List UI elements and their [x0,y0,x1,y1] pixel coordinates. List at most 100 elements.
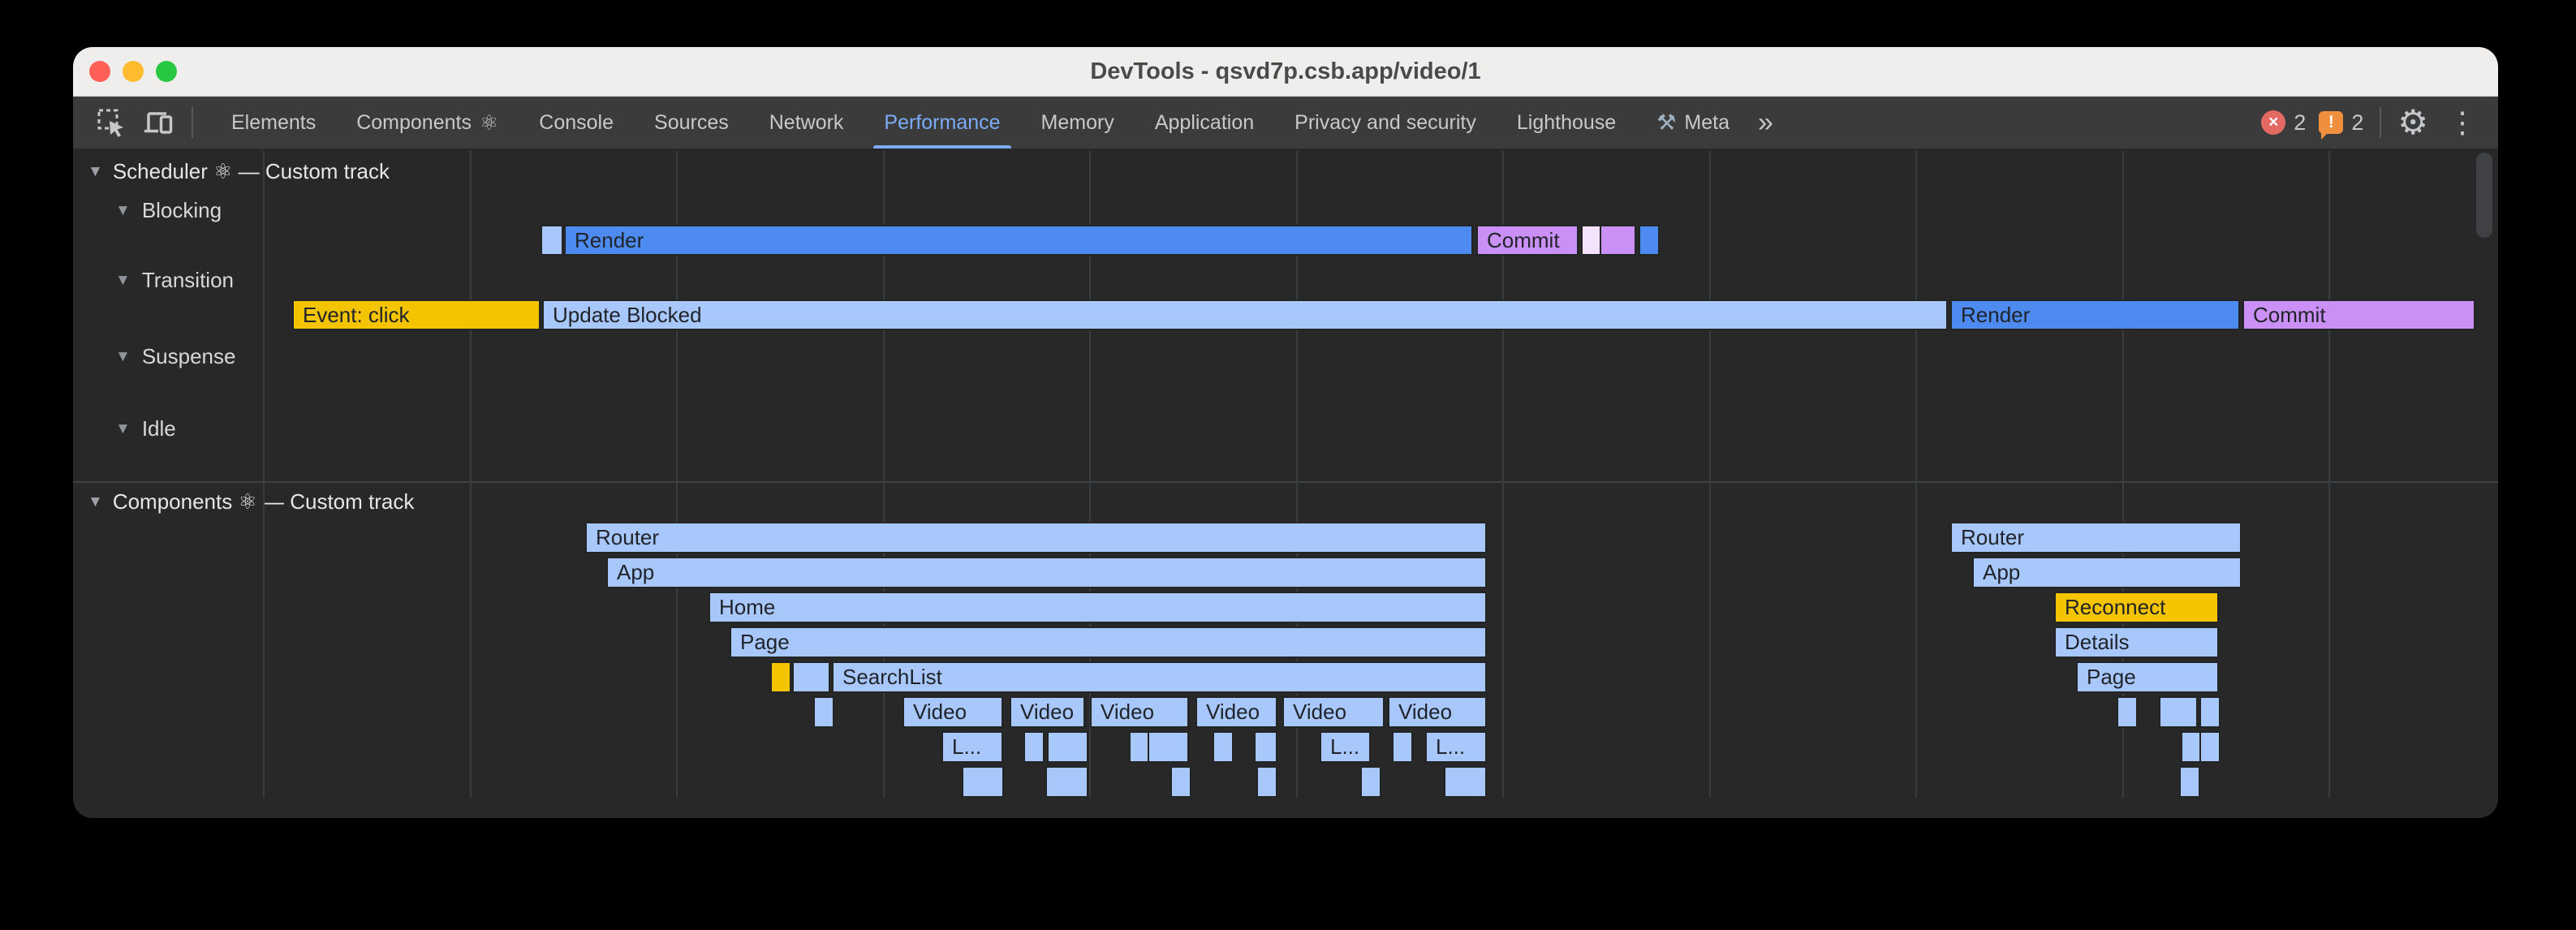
tab-network[interactable]: Network [749,97,864,149]
flame-bar[interactable] [1256,766,1277,798]
tab-components[interactable]: Components⚛ [336,97,519,149]
flame-bar-home[interactable]: Home [709,592,1487,623]
tab-label: Elements [231,111,316,135]
flame-bar-event-click[interactable]: Event: click [292,299,541,330]
toolbar-right-divider [2380,107,2381,138]
flame-bar-page[interactable]: Page [730,626,1487,658]
flame-bar[interactable] [1392,731,1413,763]
collapse-triangle-icon[interactable]: ▼ [115,272,131,290]
gridline [1709,151,1711,798]
flame-bar[interactable] [2199,696,2221,728]
tab-label: Network [769,111,844,135]
tab-performance[interactable]: Performance [864,97,1020,149]
tab-console[interactable]: Console [519,97,634,149]
error-count[interactable]: 2 [2294,110,2306,136]
track-header-components[interactable]: ▼ Components ⚛ — Custom track [88,489,414,515]
flame-chart-content[interactable]: ▼ Scheduler ⚛ — Custom track ▼ Component… [73,149,2498,818]
tab-memory[interactable]: Memory [1021,97,1135,149]
flame-bar[interactable] [792,661,830,693]
lane-label-suspense[interactable]: ▼Suspense [115,344,235,369]
flame-bar-l-[interactable]: L... [1320,731,1371,763]
flame-bar-page[interactable]: Page [2076,661,2219,693]
flame-bar[interactable] [1254,731,1277,763]
lane-name: Transition [142,268,234,293]
panel-tabstrip: Elements Components⚛ConsoleSources Network… [211,97,1750,149]
warning-count[interactable]: 2 [2351,110,2363,136]
vertical-scrollbar-thumb[interactable] [2476,153,2492,238]
tab-application[interactable]: Application [1135,97,1274,149]
flame-bar-searchlist[interactable]: SearchList [832,661,1487,693]
lane-label-idle[interactable]: ▼Idle [115,416,176,441]
flame-bar-commit[interactable]: Commit [1476,225,1579,256]
flame-bar[interactable] [1600,225,1636,256]
toggle-device-toolbar-button[interactable] [141,105,175,140]
lane-label-blocking[interactable]: ▼Blocking [115,198,222,223]
flame-bar-update-blocked[interactable]: Update Blocked [542,299,1948,330]
flame-bar-app[interactable]: App [606,557,1487,588]
flame-bar[interactable] [1047,731,1088,763]
flame-bar[interactable] [2117,696,2138,728]
flame-bar-commit[interactable]: Commit [2242,299,2475,330]
tab-sources[interactable]: Sources [634,97,749,149]
flame-bar-l-[interactable]: L... [941,731,1003,763]
flame-bar[interactable] [962,766,1004,798]
flame-bar-details[interactable]: Details [2054,626,2219,658]
flame-bar-video[interactable]: Video [1388,696,1487,728]
flame-bar-video[interactable]: Video [902,696,1003,728]
minimize-button[interactable] [123,61,144,82]
flame-bar-router[interactable]: Router [585,522,1487,553]
flame-bar[interactable] [1170,766,1191,798]
collapse-triangle-icon[interactable]: ▼ [88,493,103,511]
traffic-lights [89,61,177,82]
collapse-triangle-icon[interactable]: ▼ [115,420,131,438]
flame-bar-video[interactable]: Video [1282,696,1385,728]
collapse-triangle-icon[interactable]: ▼ [88,163,103,181]
more-tabs-button[interactable]: » [1750,107,1781,139]
flame-bar-router[interactable]: Router [1950,522,2242,553]
collapse-triangle-icon[interactable]: ▼ [115,348,131,366]
flame-bar[interactable] [2159,696,2198,728]
track-header-scheduler[interactable]: ▼ Scheduler ⚛ — Custom track [88,159,390,184]
flame-bar-render[interactable]: Render [1950,299,2240,330]
flame-bar[interactable] [813,696,834,728]
flame-bar[interactable] [2179,766,2200,798]
flame-bar-label: L... [1436,734,1465,760]
flame-bar[interactable] [1023,731,1045,763]
tab-elements[interactable]: Elements [211,97,336,149]
flame-bar-video[interactable]: Video [1195,696,1277,728]
tab-meta[interactable]: ⚒Meta [1636,97,1750,149]
flame-bar-label: Video [1293,700,1346,725]
flame-bar-l-[interactable]: L... [1425,731,1487,763]
flame-bar[interactable] [1213,731,1234,763]
flame-bar[interactable] [1148,731,1189,763]
tab-label: Lighthouse [1517,111,1616,135]
tab-lighthouse[interactable]: Lighthouse [1497,97,1636,149]
flame-bar[interactable] [541,225,563,256]
flame-bar[interactable] [1360,766,1381,798]
window-title: DevTools - qsvd7p.csb.app/video/1 [73,47,2498,96]
flame-bar-video[interactable]: Video [1010,696,1085,728]
flame-bar-label: Page [2087,665,2136,690]
inspect-element-button[interactable] [94,105,128,140]
flame-bar-label: Video [1101,700,1154,725]
settings-gear-icon[interactable]: ⚙ [2397,105,2428,140]
flame-bar[interactable] [2199,731,2221,763]
lane-label-transition[interactable]: ▼ Transition [115,268,234,293]
zoom-button[interactable] [156,61,177,82]
warning-icon[interactable]: ! [2319,111,2343,134]
flame-bar-video[interactable]: Video [1090,696,1189,728]
collapse-triangle-icon[interactable]: ▼ [115,202,131,220]
flame-bar-label: Video [1206,700,1260,725]
error-icon[interactable]: × [2261,110,2285,135]
more-options-icon[interactable]: ⋮ [2441,108,2477,137]
flame-bar[interactable] [770,661,791,693]
flame-bar-label: Video [1398,700,1452,725]
flame-bar-render[interactable]: Render [564,225,1473,256]
flame-bar[interactable] [1045,766,1088,798]
close-button[interactable] [89,61,110,82]
flame-bar[interactable] [1639,225,1660,256]
flame-bar[interactable] [1444,766,1487,798]
tab-privacy-and-security[interactable]: Privacy and security [1274,97,1497,149]
flame-bar-reconnect[interactable]: Reconnect [2054,592,2219,623]
flame-bar-app[interactable]: App [1972,557,2242,588]
